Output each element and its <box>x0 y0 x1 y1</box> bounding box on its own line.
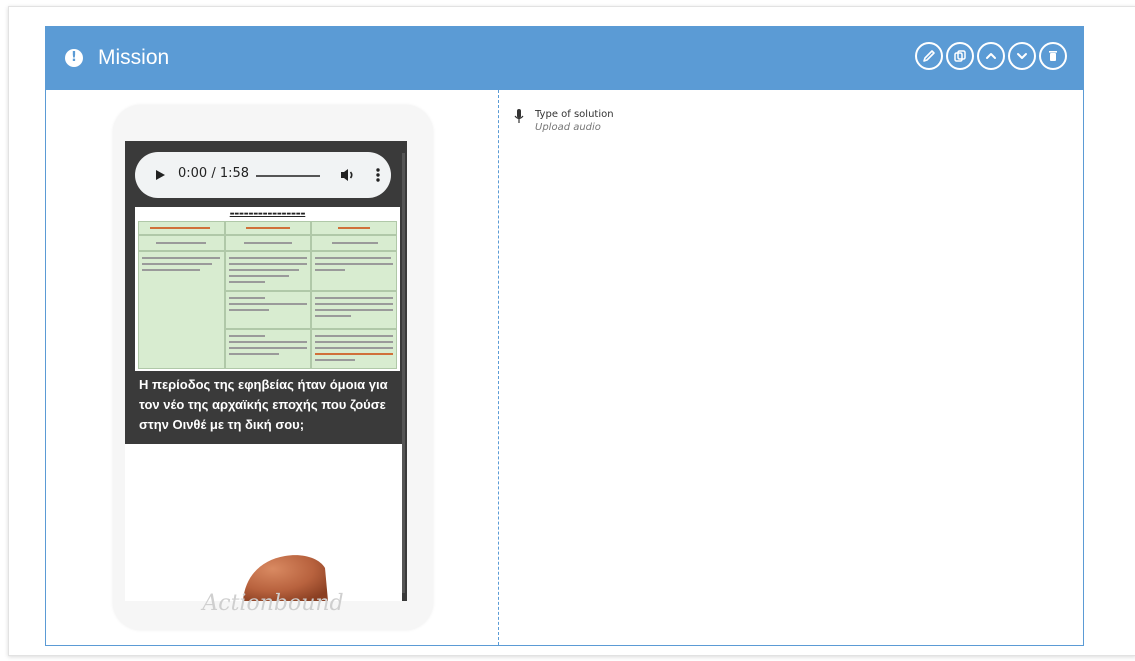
delete-button[interactable] <box>1039 42 1067 70</box>
more-options-icon[interactable] <box>376 167 380 183</box>
trash-icon <box>1049 51 1057 61</box>
mission-card: ! Mission 0:00 / 1:58 ▬▬▬▬▬▬▬▬▬▬▬▬▬▬▬▬ Η… <box>45 26 1084 646</box>
document-heading: ▬▬▬▬▬▬▬▬▬▬▬▬▬▬▬▬ <box>229 211 306 217</box>
solution-type-value: Upload audio <box>535 122 601 133</box>
preview-panel: 0:00 / 1:58 ▬▬▬▬▬▬▬▬▬▬▬▬▬▬▬▬ Η περίοδος … <box>46 90 499 645</box>
volume-icon[interactable] <box>339 167 357 183</box>
microphone-icon <box>514 109 524 123</box>
mission-header: ! Mission <box>46 27 1083 90</box>
copy-icon <box>954 50 966 62</box>
play-icon[interactable] <box>155 169 166 181</box>
actionbound-watermark: Actionbound <box>202 591 344 616</box>
mission-title: Mission <box>98 46 170 69</box>
audio-time: 0:00 / 1:58 <box>178 166 250 181</box>
audio-progress-track[interactable] <box>256 175 320 177</box>
chevron-down-icon <box>1017 53 1027 59</box>
exclamation-icon: ! <box>65 49 83 67</box>
move-down-button[interactable] <box>1008 42 1036 70</box>
move-up-button[interactable] <box>977 42 1005 70</box>
duplicate-button[interactable] <box>946 42 974 70</box>
document-image: ▬▬▬▬▬▬▬▬▬▬▬▬▬▬▬▬ <box>135 207 400 371</box>
question-text: Η περίοδος της εφηβείας ήταν όμοια για τ… <box>139 377 388 432</box>
solution-type-label: Type of solution <box>535 109 614 120</box>
phone-preview: 0:00 / 1:58 ▬▬▬▬▬▬▬▬▬▬▬▬▬▬▬▬ Η περίοδος … <box>113 105 433 630</box>
hair-illustration <box>243 555 328 601</box>
document-table <box>138 221 397 369</box>
photo-image <box>125 444 402 601</box>
scrollbar[interactable] <box>402 153 405 593</box>
pencil-icon <box>923 50 935 62</box>
chevron-up-icon <box>986 53 996 59</box>
audio-player[interactable]: 0:00 / 1:58 <box>135 152 391 198</box>
header-actions <box>915 42 1067 70</box>
phone-screen[interactable]: 0:00 / 1:58 ▬▬▬▬▬▬▬▬▬▬▬▬▬▬▬▬ Η περίοδος … <box>125 141 407 601</box>
solution-panel: Type of solution Upload audio <box>499 90 1083 645</box>
edit-button[interactable] <box>915 42 943 70</box>
